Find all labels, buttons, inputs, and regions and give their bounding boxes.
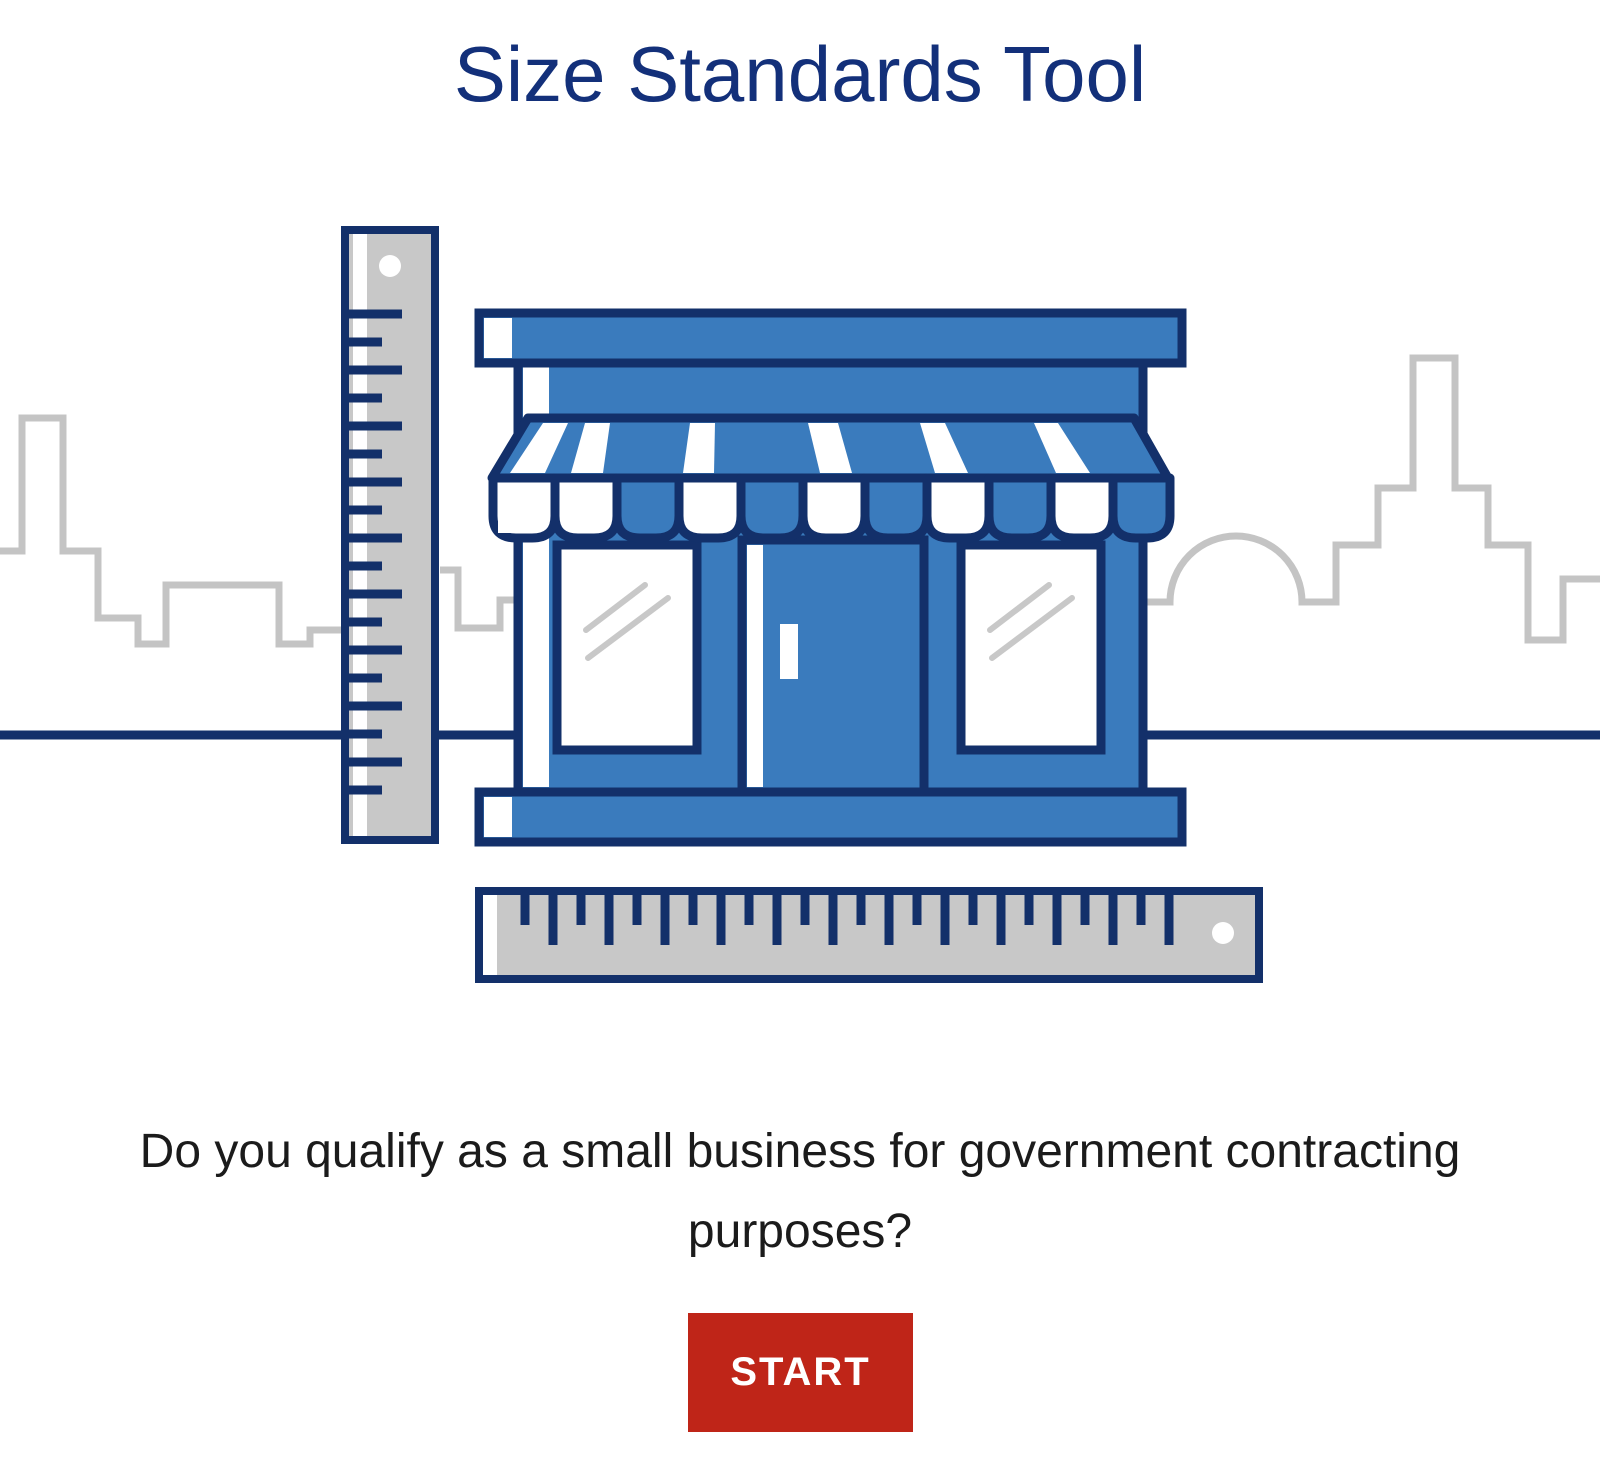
start-button[interactable]: START (688, 1313, 913, 1432)
horizontal-ruler-icon (475, 887, 1263, 983)
vertical-ruler-icon (341, 226, 439, 844)
eligibility-question: Do you qualify as a small business for g… (139, 1125, 1461, 1258)
storefront-icon (474, 308, 1187, 847)
